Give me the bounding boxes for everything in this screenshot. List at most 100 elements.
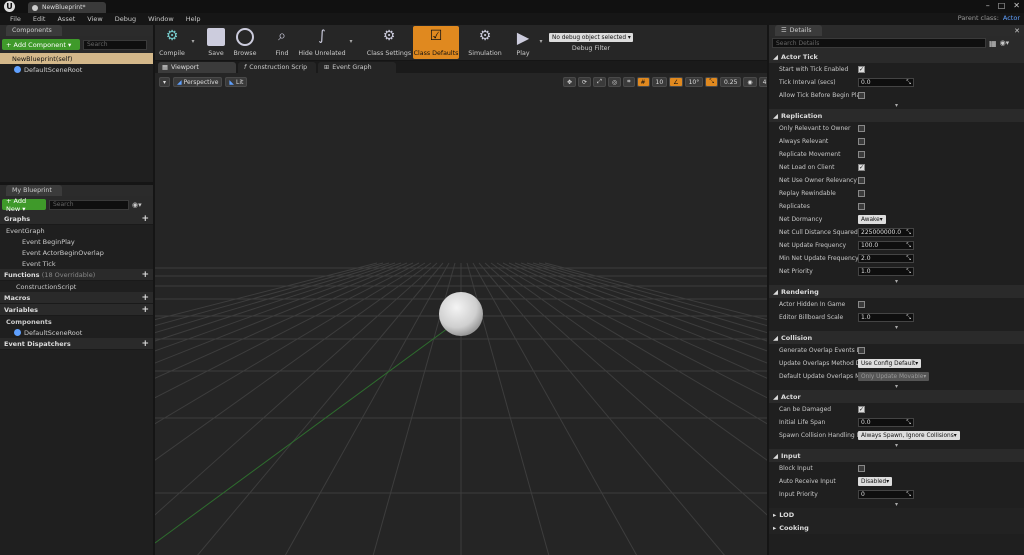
property-checkbox[interactable]: ✓: [858, 406, 865, 413]
components-search-input[interactable]: Search: [83, 39, 147, 50]
tab-viewport[interactable]: ▦ Viewport: [158, 62, 236, 73]
eye-icon[interactable]: ◉▾: [132, 201, 142, 209]
details-section-header[interactable]: ◢ Actor: [769, 390, 1024, 403]
window-tab[interactable]: NewBlueprint*: [28, 2, 106, 13]
advanced-expand-icon[interactable]: ▾: [769, 324, 1024, 331]
close-icon[interactable]: ✕: [1013, 1, 1020, 10]
functions-header[interactable]: Functions (18 Overridable) +: [0, 269, 153, 281]
drag-value-icon[interactable]: ⤡: [906, 314, 911, 322]
grid-snap-value[interactable]: 10: [651, 77, 668, 87]
lit-button[interactable]: ◣ Lit: [225, 77, 248, 87]
perspective-button[interactable]: ◢ Perspective: [173, 77, 223, 87]
property-number-input[interactable]: 0.0 ⤡: [858, 78, 914, 87]
property-checkbox[interactable]: [858, 465, 865, 472]
menu-item-window[interactable]: Window: [142, 15, 180, 23]
advanced-expand-icon[interactable]: ▾: [769, 383, 1024, 390]
compile-button[interactable]: ⚙ Compile: [155, 26, 189, 59]
macros-header[interactable]: Macros +: [0, 292, 153, 304]
property-checkbox[interactable]: [858, 125, 865, 132]
drag-value-icon[interactable]: ⤡: [906, 229, 911, 237]
property-checkbox-wrap[interactable]: [858, 125, 865, 132]
find-button[interactable]: ⌕ Find: [267, 26, 297, 59]
details-section-header[interactable]: ◢ Collision: [769, 331, 1024, 344]
tab-details[interactable]: ☰ Details: [775, 25, 822, 36]
class-defaults-button[interactable]: ☑ Class Defaults: [413, 26, 459, 59]
details-section-header[interactable]: ◢ Rendering: [769, 285, 1024, 298]
simulation-button[interactable]: ⚙ Simulation: [467, 26, 503, 59]
property-number-input[interactable]: 1.0 ⤡: [858, 267, 914, 276]
viewport-options-button[interactable]: ▾: [159, 77, 171, 87]
property-select[interactable]: Disabled ▾: [858, 477, 893, 486]
scale-snap-icon[interactable]: ⤡: [705, 77, 719, 87]
function-item[interactable]: ConstructionScript: [0, 281, 153, 292]
details-search-input[interactable]: Search Details: [772, 38, 986, 48]
graph-item[interactable]: Event ActorBeginOverlap: [0, 247, 153, 258]
property-checkbox-wrap[interactable]: ✓: [858, 406, 865, 413]
hide-unrelated-button[interactable]: ∫ Hide Unrelated: [297, 26, 347, 59]
close-icon[interactable]: ✕: [1014, 27, 1020, 35]
add-macro-icon[interactable]: +: [141, 293, 149, 303]
menu-item-view[interactable]: View: [81, 15, 108, 23]
property-checkbox-wrap[interactable]: [858, 138, 865, 145]
property-checkbox-wrap[interactable]: ✓: [858, 66, 865, 73]
tab-components[interactable]: Components: [6, 25, 62, 36]
advanced-expand-icon[interactable]: ▾: [769, 102, 1024, 109]
graphs-header[interactable]: Graphs +: [0, 213, 153, 225]
property-checkbox[interactable]: [858, 151, 865, 158]
components-subheader[interactable]: Components: [0, 316, 153, 327]
property-select[interactable]: Always Spawn, Ignore Collisions ▾: [858, 431, 960, 440]
menu-item-help[interactable]: Help: [180, 15, 207, 23]
property-checkbox-wrap[interactable]: [858, 177, 865, 184]
scale-icon[interactable]: ⤢: [593, 77, 606, 87]
property-checkbox-wrap[interactable]: [858, 151, 865, 158]
property-checkbox-wrap[interactable]: [858, 301, 865, 308]
dispatchers-header[interactable]: Event Dispatchers +: [0, 338, 153, 350]
compile-options-dropdown[interactable]: ▾: [189, 38, 197, 45]
my-blueprint-search-input[interactable]: Search: [49, 199, 129, 210]
drag-value-icon[interactable]: ⤡: [906, 255, 911, 263]
advanced-expand-icon[interactable]: ▾: [769, 278, 1024, 285]
property-checkbox-wrap[interactable]: [858, 465, 865, 472]
property-checkbox[interactable]: [858, 190, 865, 197]
property-checkbox-wrap[interactable]: [858, 203, 865, 210]
drag-value-icon[interactable]: ⤡: [906, 268, 911, 276]
property-checkbox-wrap[interactable]: [858, 92, 865, 99]
menu-item-file[interactable]: File: [4, 15, 27, 23]
details-section-header[interactable]: ◢ Input: [769, 449, 1024, 462]
maximize-icon[interactable]: □: [998, 1, 1006, 10]
details-section-header-collapsed[interactable]: ▸ LOD: [769, 508, 1024, 521]
property-checkbox[interactable]: [858, 92, 865, 99]
menu-item-debug[interactable]: Debug: [109, 15, 142, 23]
property-checkbox[interactable]: [858, 301, 865, 308]
add-component-button[interactable]: + Add Component ▾: [2, 39, 80, 50]
eye-icon[interactable]: ◉▾: [1000, 39, 1010, 47]
property-number-input[interactable]: 100.0 ⤡: [858, 241, 914, 250]
graph-item[interactable]: Event Tick: [0, 258, 153, 269]
property-checkbox[interactable]: [858, 138, 865, 145]
details-section-header[interactable]: ◢ Actor Tick: [769, 50, 1024, 63]
hide-unrelated-dropdown[interactable]: ▾: [347, 38, 355, 45]
tab-construction-script[interactable]: f Construction Scrip: [238, 62, 316, 73]
class-settings-button[interactable]: ⚙ Class Settings: [365, 26, 413, 59]
details-section-header-collapsed[interactable]: ▸ Cooking: [769, 521, 1024, 534]
property-checkbox[interactable]: [858, 347, 865, 354]
ue-logo-icon[interactable]: U: [4, 1, 15, 12]
advanced-expand-icon[interactable]: ▾: [769, 442, 1024, 449]
property-select[interactable]: Use Config Default ▾: [858, 359, 922, 368]
details-section-header[interactable]: ◢ Replication: [769, 109, 1024, 122]
surface-snap-icon[interactable]: ⌗: [623, 77, 635, 87]
save-button[interactable]: Save: [203, 26, 229, 59]
camera-speed-icon[interactable]: ◉: [743, 77, 757, 87]
component-default-scene-root[interactable]: DefaultSceneRoot: [0, 64, 153, 75]
world-local-icon[interactable]: ◎: [607, 77, 622, 87]
play-button[interactable]: ▶ Play: [509, 26, 537, 59]
component-self[interactable]: NewBlueprint(self): [0, 53, 153, 64]
add-variable-icon[interactable]: +: [141, 305, 149, 315]
default-scene-root-sphere[interactable]: [439, 292, 483, 336]
parent-class-link[interactable]: Actor: [1003, 14, 1020, 22]
viewport[interactable]: ▾ ◢ Perspective ◣ Lit ✥ ⟳ ⤢ ◎ ⌗ # 10 ∠ 10°…: [155, 73, 767, 555]
debug-object-select[interactable]: No debug object selected ▾: [549, 33, 633, 42]
property-checkbox[interactable]: ✓: [858, 164, 865, 171]
property-number-input[interactable]: 1.0 ⤡: [858, 313, 914, 322]
property-checkbox-wrap[interactable]: [858, 190, 865, 197]
